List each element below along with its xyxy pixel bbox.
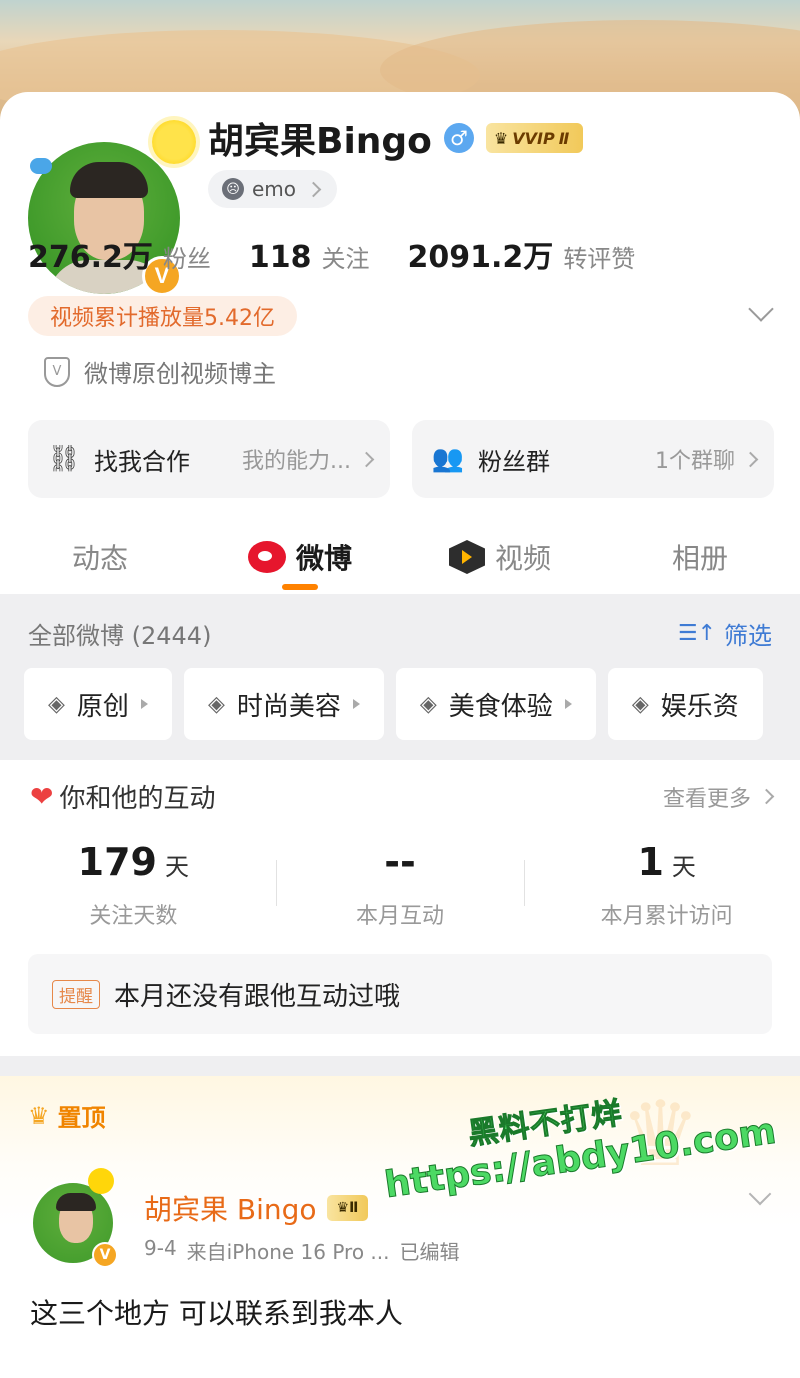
shield-icon: V — [44, 356, 70, 387]
heart-icon: ❤ — [30, 780, 54, 813]
expand-chevron-icon[interactable] — [748, 296, 774, 322]
weibo-logo-icon — [247, 541, 286, 573]
filter-icon: ☰↑ — [677, 621, 716, 646]
tab-video[interactable]: 视频 — [400, 520, 600, 594]
crown-icon: ♛ — [28, 1101, 50, 1130]
certification-row[interactable]: V 微博原创视频博主 — [44, 354, 276, 389]
sun-decoration-icon — [152, 120, 196, 164]
video-plays-badge[interactable]: 视频累计播放量5.42亿 — [28, 296, 297, 336]
see-more-link[interactable]: 查看更多 — [663, 781, 775, 813]
interaction-section: ❤ 你和他的互动 查看更多 179 天 关注天数 -- 本月互动 1天 本月累计访… — [0, 760, 800, 1056]
monthly-interaction-stat: -- 本月互动 — [356, 840, 445, 929]
post-date: 9-4 — [144, 1236, 177, 1260]
mood-status-button[interactable]: ☹ emo — [208, 170, 338, 208]
mood-label: emo — [252, 177, 297, 201]
tab-album[interactable]: 相册 — [600, 520, 800, 594]
post-source: 来自iPhone 16 Pro ... — [186, 1240, 390, 1264]
engagement-count[interactable]: 2091.2万 — [408, 232, 554, 276]
layers-icon: ◈ — [419, 691, 437, 717]
following-label[interactable]: 关注 — [322, 239, 370, 274]
profile-name: 胡宾果Bingo — [208, 121, 432, 162]
verified-badge-icon: V — [92, 1242, 118, 1268]
caret-right-icon — [352, 699, 360, 709]
profile-card: V 胡宾果Bingo ♂ ♛ VVIP Ⅱ ☹ emo 276.2万 粉丝 11… — [0, 92, 800, 592]
pinned-label: ♛ 置顶 — [28, 1101, 106, 1133]
cloud-decoration-icon — [30, 158, 52, 174]
feed-filter-section: 全部微博 (2444) ☰↑ 筛选 ◈ 原创 ◈ 时尚美容 ◈ 美食体验 ◈ 娱… — [0, 594, 800, 760]
profile-stats: 276.2万 粉丝 118 关注 2091.2万 转评赞 — [28, 232, 663, 276]
fans-group-icon: 👥 — [431, 444, 465, 474]
sad-face-icon: ☹ — [222, 178, 244, 200]
reminder-banner: 提醒 本月还没有跟他互动过哦 — [28, 954, 772, 1034]
chevron-right-icon — [305, 181, 322, 197]
chevron-right-icon — [758, 788, 775, 805]
video-icon — [448, 540, 485, 574]
chip-food[interactable]: ◈ 美食体验 — [395, 668, 596, 740]
chip-original[interactable]: ◈ 原创 — [24, 668, 172, 740]
male-gender-icon: ♂ — [443, 123, 474, 153]
fans-label[interactable]: 粉丝 — [163, 239, 211, 274]
crown-icon: ♛ — [493, 128, 509, 148]
vvip-badge: ♛ Ⅱ — [326, 1195, 369, 1221]
reminder-text: 本月还没有跟他互动过哦 — [114, 981, 401, 1012]
fans-count[interactable]: 276.2万 — [28, 232, 153, 276]
filter-button[interactable]: ☰↑ 筛选 — [678, 616, 772, 651]
all-posts-count: 全部微博 (2444) — [28, 622, 212, 650]
chevron-right-icon — [358, 451, 375, 467]
handshake-icon: ⛓ — [47, 444, 81, 474]
stat-divider — [524, 860, 525, 906]
caret-right-icon — [564, 699, 572, 709]
follow-days-stat: 179 天 关注天数 — [77, 840, 189, 929]
post-author-name[interactable]: 胡宾果 Bingo — [144, 1188, 317, 1228]
reminder-tag: 提醒 — [52, 979, 100, 1009]
post-meta: 9-4 来自iPhone 16 Pro ... 已编辑 — [144, 1236, 460, 1265]
layers-icon: ◈ — [207, 691, 225, 717]
monthly-visits-stat: 1天 本月累计访问 — [600, 840, 733, 929]
caret-right-icon — [140, 699, 148, 709]
layers-icon: ◈ — [48, 691, 65, 717]
engagement-label[interactable]: 转评赞 — [563, 239, 635, 274]
vvip-badge[interactable]: ♛ VVIP Ⅱ — [485, 123, 584, 153]
section-gap — [0, 1056, 800, 1076]
following-count[interactable]: 118 — [249, 240, 312, 275]
layers-icon: ◈ — [631, 691, 649, 717]
stat-divider — [276, 860, 277, 906]
cooperation-button[interactable]: ⛓ 找我合作 我的能力... — [28, 420, 390, 498]
post-edited: 已编辑 — [399, 1240, 460, 1264]
chip-entertainment[interactable]: ◈ 娱乐资 — [607, 668, 763, 740]
sun-decoration-icon — [88, 1168, 114, 1194]
profile-tabs: 动态 微博 视频 相册 — [0, 520, 800, 594]
tab-weibo[interactable]: 微博 — [200, 520, 400, 594]
fans-group-button[interactable]: 👥 粉丝群 1个群聊 — [412, 420, 774, 498]
tab-activity[interactable]: 动态 — [0, 520, 200, 594]
interaction-title: 你和他的互动 — [59, 784, 216, 814]
post-menu-chevron-icon[interactable] — [748, 1182, 772, 1206]
post-text: 这三个地方 可以联系到我本人 — [30, 1297, 403, 1330]
certification-label: 微博原创视频博主 — [84, 360, 276, 388]
chevron-right-icon — [742, 451, 759, 467]
chip-fashion[interactable]: ◈ 时尚美容 — [183, 668, 384, 740]
